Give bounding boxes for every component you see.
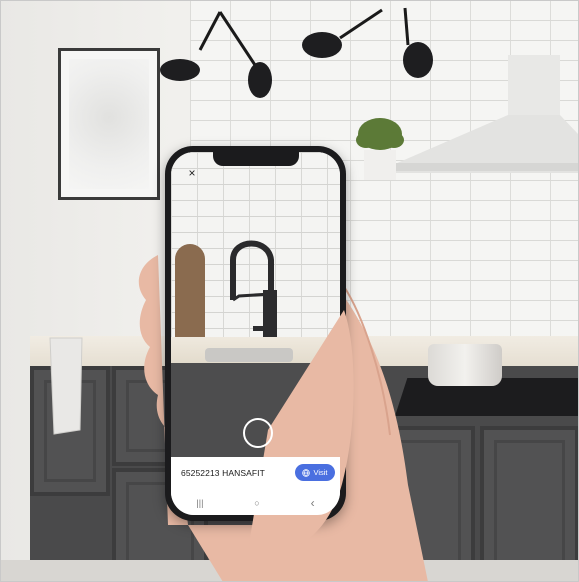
product-result-card: 65252213 HANSAFIT Visit ||| ○ ‹ [171,457,340,515]
back-icon[interactable]: ‹ [311,496,315,510]
cooking-pot [428,344,502,386]
capture-button[interactable] [243,418,273,448]
potted-plant [356,118,404,180]
home-icon[interactable]: ○ [254,498,259,508]
viewfinder-cutting-board [175,244,205,344]
visit-label: Visit [313,468,328,477]
close-icon[interactable]: × [185,166,199,180]
range-hood [388,55,579,173]
recents-icon[interactable]: ||| [196,498,203,508]
framed-picture [58,48,160,200]
visit-button[interactable]: Visit [295,464,335,481]
product-name: 65252213 HANSAFIT [181,468,265,478]
android-nav-bar: ||| ○ ‹ [171,493,340,513]
tea-towel [49,337,83,435]
kitchen-background-photo: × 65252213 HANSAFIT Visit ||| ○ ‹ [0,0,579,582]
globe-icon [302,468,311,477]
phone-notch [213,152,299,166]
